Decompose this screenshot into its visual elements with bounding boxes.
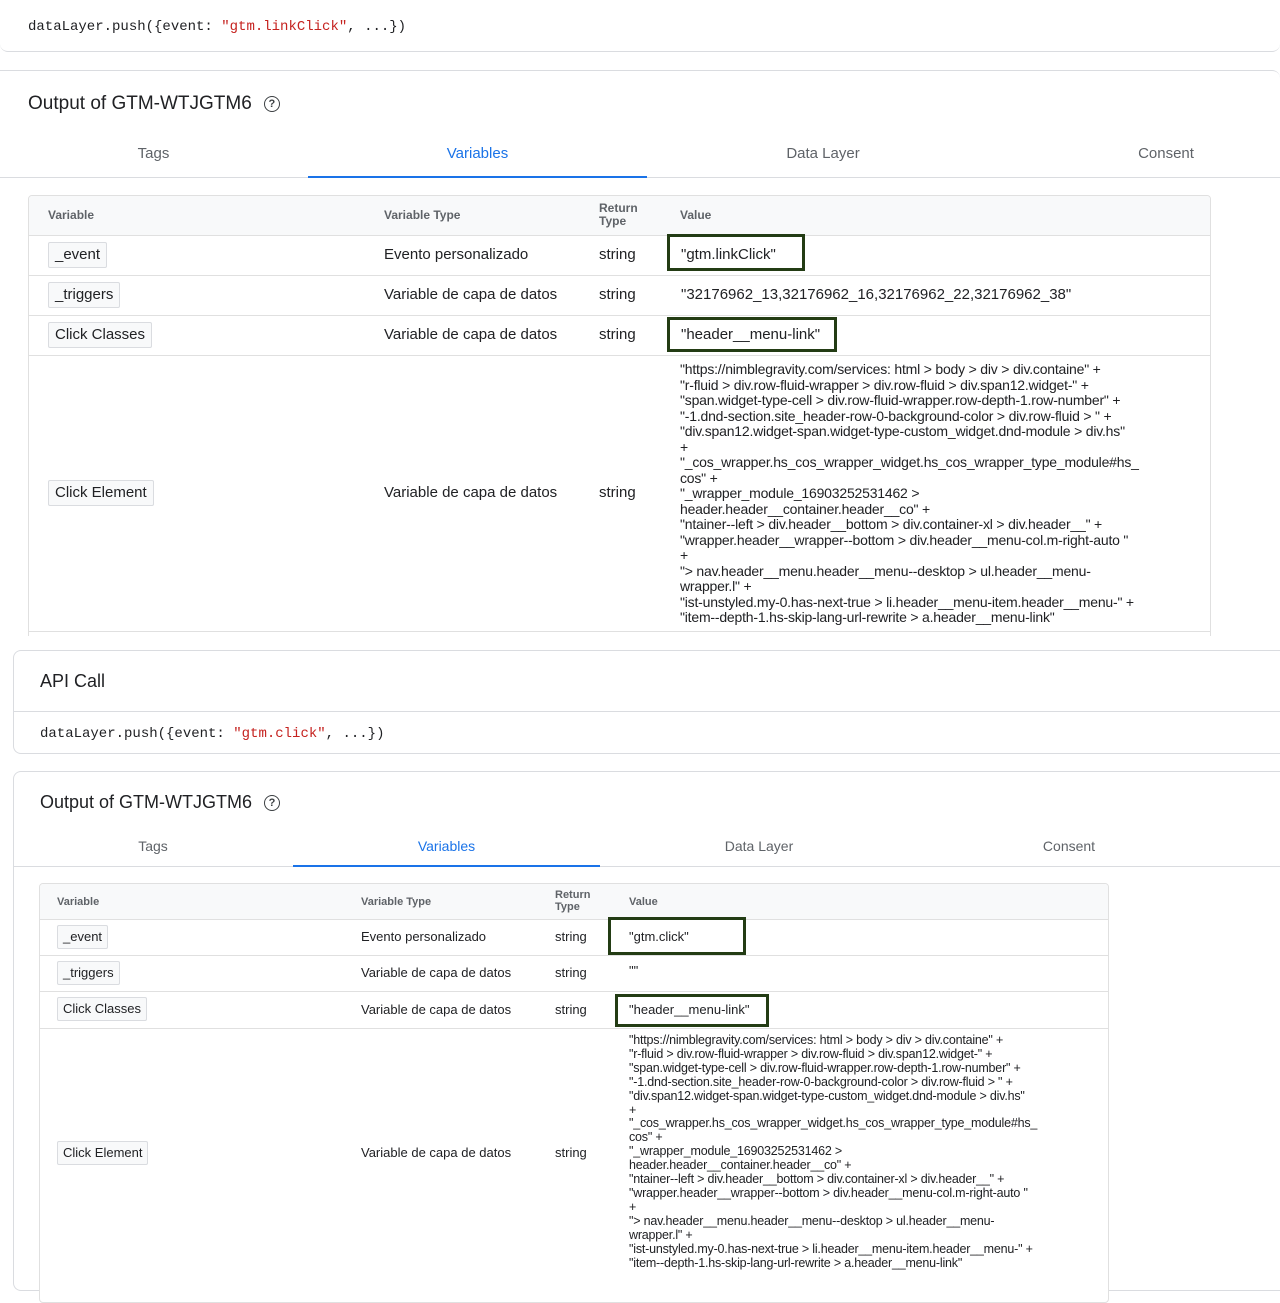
variable-chip[interactable]: _event — [48, 242, 108, 268]
tab-label: Tags — [137, 145, 170, 162]
variable-type: Variable de capa de datos — [384, 484, 558, 501]
api-call-card: API Call dataLayer.push({event: "gtm.cli… — [13, 650, 1280, 754]
table-row: Click Element Variable de capa de datos … — [40, 1028, 1108, 1280]
variable-chip[interactable]: Click Classes — [57, 997, 148, 1021]
tab-label: Data Layer — [786, 145, 860, 162]
variable-type: Variable de capa de datos — [361, 965, 512, 980]
table-header: Variable Variable Type Return Type Value — [40, 884, 1108, 920]
return-type: string — [599, 246, 636, 263]
table-row: _event Evento personalizado string "gtm.… — [29, 234, 1210, 276]
tab-label: Consent — [1042, 838, 1096, 854]
variable-chip[interactable]: _event — [57, 925, 109, 949]
variable-value: "header__menu-link" — [629, 1002, 750, 1017]
tab-tags[interactable]: Tags — [0, 145, 307, 177]
variable-type: Variable de capa de datos — [361, 1145, 512, 1160]
tab-variables[interactable]: Variables — [308, 145, 647, 178]
tab-data-layer[interactable]: Data Layer — [648, 145, 998, 177]
return-type: string — [599, 484, 636, 501]
api-call-title: API Call — [40, 671, 106, 691]
variable-value: "https://nimblegravity.com/services: htm… — [680, 361, 1139, 625]
tab-label: Variables — [417, 838, 476, 854]
variable-type: Variable de capa de datos — [361, 1002, 512, 1017]
header-return-type: Return Type — [599, 201, 638, 228]
help-circle-icon[interactable]: ? — [263, 96, 280, 112]
variable-type: Variable de capa de datos — [384, 286, 558, 303]
output-title: Output of GTM-WTJGTM6 ? — [28, 93, 280, 115]
output-title-text: Output of GTM-WTJGTM6 — [28, 93, 252, 114]
variable-chip[interactable]: _triggers — [48, 282, 121, 308]
api-call-code: dataLayer.push({event: "gtm.click", ...}… — [40, 726, 385, 742]
header-value: Value — [680, 208, 712, 222]
variable-value: "header__menu-link" — [681, 326, 821, 343]
return-type: string — [555, 965, 587, 980]
table-row: _event Evento personalizado string "gtm.… — [40, 917, 1108, 956]
tab-tags[interactable]: Tags — [14, 838, 292, 866]
output-tabs: Tags Variables Data Layer Consent — [0, 133, 1280, 178]
tab-label: Tags — [138, 838, 168, 854]
variables-table-1: Variable Variable Type Return Type Value… — [28, 195, 1211, 645]
variable-chip[interactable]: Click Element — [57, 1141, 149, 1165]
output-title: Output of GTM-WTJGTM6 ? — [40, 792, 281, 813]
variables-table-2: Variable Variable Type Return Type Value… — [39, 883, 1109, 1303]
table-row: Click Element Variable de capa de datos … — [29, 355, 1210, 632]
tab-data-layer[interactable]: Data Layer — [601, 838, 917, 866]
return-type: string — [599, 286, 636, 303]
screenshot-gap — [0, 636, 1280, 650]
tab-variables[interactable]: Variables — [293, 838, 600, 867]
header-variable-type: Variable Type — [384, 208, 461, 222]
return-type: string — [555, 1002, 587, 1017]
tab-label: Data Layer — [724, 838, 794, 854]
tab-consent[interactable]: Consent — [918, 838, 1220, 866]
header-value: Value — [629, 896, 658, 908]
table-row: _triggers Variable de capa de datos stri… — [29, 275, 1210, 316]
variable-type: Variable de capa de datos — [384, 326, 558, 343]
return-type: string — [555, 929, 587, 944]
return-type: string — [599, 326, 636, 343]
variable-value: "32176962_13,32176962_16,32176962_22,321… — [681, 286, 1072, 303]
variable-chip[interactable]: Click Classes — [48, 322, 153, 348]
tab-label: Variables — [446, 145, 509, 162]
api-call-card-top: dataLayer.push({event: "gtm.linkClick", … — [0, 0, 1280, 52]
variable-chip[interactable]: Click Element — [48, 480, 154, 506]
table-row: Click Classes Variable de capa de datos … — [40, 991, 1108, 1029]
output-title-text: Output of GTM-WTJGTM6 — [40, 792, 253, 812]
help-circle-icon[interactable]: ? — [264, 794, 281, 811]
return-type: string — [555, 1145, 587, 1160]
tab-label: Consent — [1138, 145, 1194, 162]
api-call-code-top: dataLayer.push({event: "gtm.linkClick", … — [28, 19, 407, 35]
tab-consent[interactable]: Consent — [1000, 145, 1280, 177]
header-variable-type: Variable Type — [361, 896, 432, 908]
table-row: Click Classes Variable de capa de datos … — [29, 315, 1210, 356]
divider — [14, 711, 1280, 712]
variable-chip[interactable]: _triggers — [57, 961, 120, 985]
header-variable: Variable — [57, 896, 100, 908]
variable-value: "gtm.click" — [629, 929, 689, 944]
header-return-type: Return Type — [555, 889, 591, 913]
variable-value: "https://nimblegravity.com/services: htm… — [629, 1033, 1038, 1270]
output-tabs: Tags Variables Data Layer Consent — [14, 828, 1280, 867]
table-row: _triggers Variable de capa de datos stri… — [40, 955, 1108, 992]
variable-type: Evento personalizado — [361, 929, 487, 944]
variable-value: "" — [629, 963, 639, 978]
variable-type: Evento personalizado — [384, 246, 529, 263]
header-variable: Variable — [48, 208, 95, 222]
variable-value: "gtm.linkClick" — [681, 246, 776, 263]
table-header: Variable Variable Type Return Type Value — [29, 196, 1210, 236]
